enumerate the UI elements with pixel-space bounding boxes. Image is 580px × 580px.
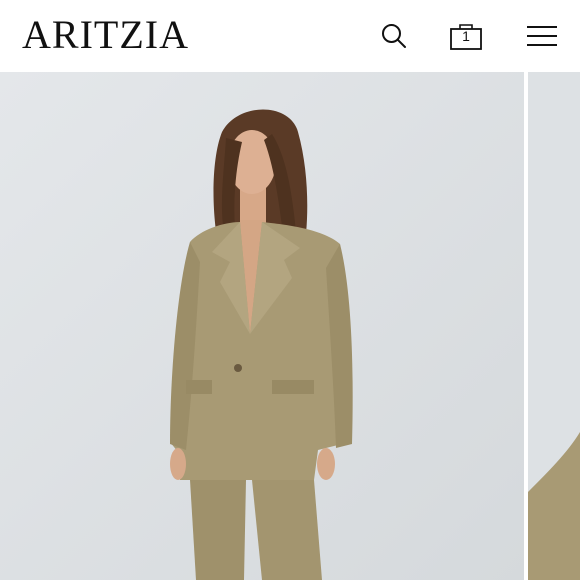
bag-count-badge: 1 bbox=[462, 28, 470, 44]
model-in-blazer-image bbox=[0, 72, 524, 580]
brand-logo[interactable]: ARITZIA bbox=[22, 12, 189, 58]
next-image-thumbnail bbox=[528, 72, 580, 580]
menu-button[interactable] bbox=[522, 16, 562, 56]
hamburger-menu-icon bbox=[527, 26, 557, 46]
search-icon bbox=[382, 24, 406, 48]
shopping-bag-button[interactable]: 1 bbox=[446, 16, 486, 56]
search-button[interactable] bbox=[374, 16, 414, 56]
product-image-main[interactable] bbox=[0, 72, 524, 580]
product-image-next-peek[interactable] bbox=[528, 72, 580, 580]
site-header: ARITZIA 1 bbox=[0, 0, 580, 72]
